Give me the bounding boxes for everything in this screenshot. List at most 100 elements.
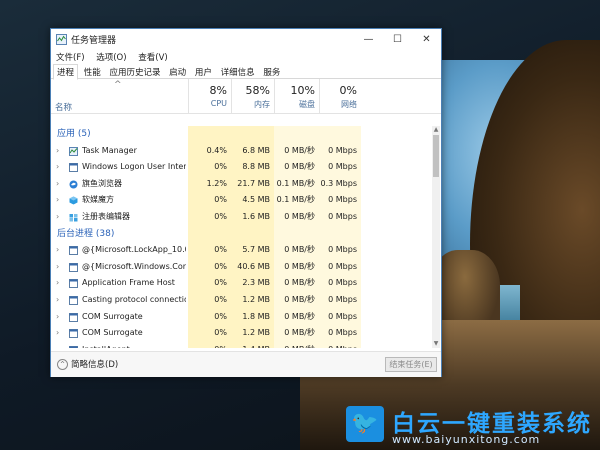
memory-cell: 1.4 MB xyxy=(231,341,274,348)
tab-startup[interactable]: 启动 xyxy=(166,65,189,79)
process-list: 应用 (5) › Task Manager 0.4% 6.8 MB 0 MB/秒 0 Mbp… xyxy=(51,126,432,348)
process-row[interactable]: › 注册表编辑器 0% 1.6 MB 0 MB/秒 0 Mbps xyxy=(51,208,432,226)
memory-cell: 21.7 MB xyxy=(231,175,274,193)
column-network[interactable]: 0% 网络 xyxy=(319,79,361,113)
tab-app-history[interactable]: 应用历史记录 xyxy=(106,65,163,79)
end-task-button[interactable]: 结束任务(E) xyxy=(385,357,437,372)
disk-cell xyxy=(274,225,319,243)
process-name: Application Frame Host xyxy=(82,278,175,288)
chevron-right-icon[interactable]: › xyxy=(56,309,59,326)
column-disk[interactable]: 10% 磁盘 xyxy=(274,79,319,113)
chevron-right-icon[interactable]: › xyxy=(56,259,59,276)
group-label: 后台进程 (38) xyxy=(57,228,115,239)
process-row[interactable]: › InstallAgent0%1.4 MB0 MB/秒0 Mbps xyxy=(51,341,432,348)
memory-cell: 1.2 MB xyxy=(231,291,274,309)
cpu-cell: 0% xyxy=(188,275,231,292)
chevron-right-icon[interactable]: › xyxy=(56,192,59,209)
cpu-cell: 0% xyxy=(188,308,231,326)
memory-cell: 2.3 MB xyxy=(231,275,274,292)
chevron-right-icon[interactable]: › xyxy=(56,275,59,292)
process-row[interactable]: › Task Manager 0.4% 6.8 MB 0 MB/秒 0 Mbps xyxy=(51,142,432,160)
window-app-icon xyxy=(69,262,78,272)
menu-options[interactable]: 选项(O) xyxy=(96,53,126,63)
chevron-right-icon[interactable]: › xyxy=(56,242,59,259)
network-cell: 0 Mbps xyxy=(319,275,361,292)
fewer-details-label: 简略信息(D) xyxy=(71,360,119,370)
chevron-right-icon[interactable]: › xyxy=(56,143,59,160)
process-row[interactable]: ›@{Microsoft.LockApp_10.0.1...0%5.7 MB0 … xyxy=(51,242,432,259)
chevron-up-icon: ^ xyxy=(57,359,68,370)
process-row[interactable]: › COM Surrogate 0% 1.2 MB 0 MB/秒 0 Mbps xyxy=(51,325,432,342)
column-header: ^ 名称 8% CPU 58% 内存 10% 磁盘 0% 网络 xyxy=(51,79,441,114)
column-memory[interactable]: 58% 内存 xyxy=(231,79,274,113)
cpu-cell xyxy=(188,126,231,143)
cpu-total: 8% xyxy=(209,84,227,97)
window-app-icon xyxy=(69,312,78,322)
network-cell: 0 Mbps xyxy=(319,291,361,309)
memory-cell xyxy=(231,126,274,143)
process-name: Task Manager xyxy=(82,145,137,155)
chevron-right-icon[interactable]: › xyxy=(56,342,59,348)
process-name: Windows Logon User Interfa... xyxy=(82,162,186,172)
process-row[interactable]: › 旗鱼浏览器 1.2% 21.7 MB 0.1 MB/秒 0.3 Mbps xyxy=(51,175,432,193)
chevron-right-icon[interactable]: › xyxy=(56,176,59,193)
memory-cell: 1.6 MB xyxy=(231,208,274,226)
menu-bar: 文件(F) 选项(O) 查看(V) xyxy=(51,51,441,64)
network-label: 网络 xyxy=(341,100,357,109)
chevron-right-icon[interactable]: › xyxy=(56,209,59,226)
tab-services[interactable]: 服务 xyxy=(260,65,283,79)
process-name: Casting protocol connection ... xyxy=(82,294,186,304)
cpu-label: CPU xyxy=(210,99,227,108)
disk-cell xyxy=(274,126,319,143)
memory-cell: 5.7 MB xyxy=(231,242,274,259)
title-bar[interactable]: 任务管理器 — ☐ ✕ xyxy=(51,29,441,51)
group-header[interactable]: 应用 (5) xyxy=(51,126,432,143)
vertical-scrollbar[interactable]: ▲ ▼ xyxy=(432,126,440,348)
process-name: @{Microsoft.LockApp_10.0.1... xyxy=(82,245,186,255)
tab-details[interactable]: 详细信息 xyxy=(218,65,258,79)
scroll-up-icon[interactable]: ▲ xyxy=(432,126,440,134)
fewer-details-button[interactable]: ^ 简略信息(D) xyxy=(57,358,118,370)
window-title: 任务管理器 xyxy=(71,36,117,46)
column-name[interactable]: 名称 xyxy=(55,101,72,113)
cpu-cell: 0% xyxy=(188,341,231,348)
menu-file[interactable]: 文件(F) xyxy=(56,53,85,63)
group-header[interactable]: 后台进程 (38) xyxy=(51,225,432,243)
scroll-thumb[interactable] xyxy=(433,135,439,177)
network-cell: 0 Mbps xyxy=(319,325,361,342)
chevron-right-icon[interactable]: › xyxy=(56,159,59,176)
cpu-cell: 0.4% xyxy=(188,142,231,160)
sort-arrow-icon: ^ xyxy=(114,80,122,90)
process-row[interactable]: › 软媒魔方 0% 4.5 MB 0.1 MB/秒 0 Mbps xyxy=(51,192,432,209)
tab-performance[interactable]: 性能 xyxy=(81,65,104,79)
chevron-right-icon[interactable]: › xyxy=(56,325,59,342)
network-cell xyxy=(319,126,361,143)
process-row[interactable]: › COM Surrogate 0% 1.8 MB 0 MB/秒 0 Mbps xyxy=(51,308,432,326)
disk-cell: 0 MB/秒 xyxy=(274,142,319,160)
process-row[interactable]: › Application Frame Host 0% 2.3 MB 0 MB/秒 0 M… xyxy=(51,275,432,292)
network-cell: 0 Mbps xyxy=(319,192,361,209)
network-cell: 0 Mbps xyxy=(319,159,361,176)
watermark-url: www.baiyunxitong.com xyxy=(392,433,541,446)
maximize-button[interactable]: ☐ xyxy=(383,29,412,51)
minimize-button[interactable]: — xyxy=(354,29,383,51)
memory-cell: 6.8 MB xyxy=(231,142,274,160)
disk-cell: 0.1 MB/秒 xyxy=(274,175,319,193)
footer-bar: ^ 简略信息(D) 结束任务(E) xyxy=(51,351,441,377)
chevron-right-icon[interactable]: › xyxy=(56,292,59,309)
menu-view[interactable]: 查看(V) xyxy=(138,53,167,63)
close-button[interactable]: ✕ xyxy=(412,29,441,51)
memory-label: 内存 xyxy=(254,100,270,109)
tab-users[interactable]: 用户 xyxy=(192,65,215,79)
memory-cell: 1.2 MB xyxy=(231,325,274,342)
column-cpu[interactable]: 8% CPU xyxy=(188,79,231,113)
process-row[interactable]: ›@{Microsoft.Windows.Corta...0%40.6 MB0 … xyxy=(51,258,432,276)
network-cell: 0 Mbps xyxy=(319,208,361,226)
process-row[interactable]: › Casting protocol connection ...0%1.2 MB… xyxy=(51,291,432,309)
scroll-down-icon[interactable]: ▼ xyxy=(432,340,440,348)
disk-cell: 0 MB/秒 xyxy=(274,325,319,342)
process-name: @{Microsoft.Windows.Corta... xyxy=(82,261,186,271)
tab-processes[interactable]: 进程 xyxy=(53,64,79,80)
network-cell: 0 Mbps xyxy=(319,341,361,348)
process-row[interactable]: ›Windows Logon User Interfa...0%8.8 MB0 … xyxy=(51,159,432,176)
